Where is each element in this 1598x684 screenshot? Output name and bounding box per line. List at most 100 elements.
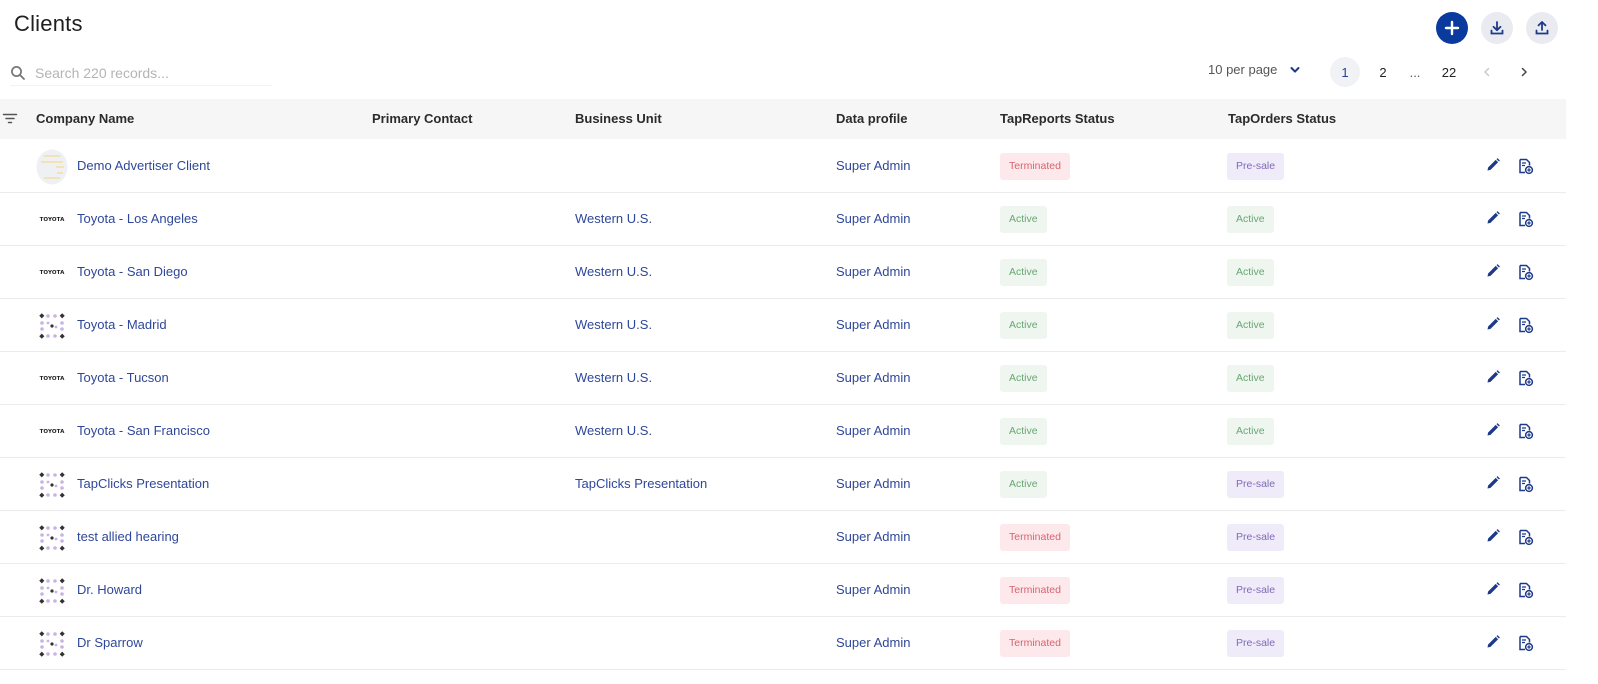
company-name-link[interactable]: Toyota - Madrid bbox=[77, 299, 167, 351]
company-name-link[interactable]: Dr. Howard bbox=[77, 564, 142, 616]
table-row[interactable]: TOYOTA Toyota - Los Angeles Western U.S. Su… bbox=[0, 193, 1566, 246]
tapreports-status-badge: Terminated bbox=[1000, 630, 1070, 657]
company-name-link[interactable]: Toyota - San Francisco bbox=[77, 405, 210, 457]
per-page-select[interactable]: 10 per page bbox=[1208, 62, 1301, 77]
taporders-status-badge: Active bbox=[1227, 418, 1274, 445]
client-details-icon[interactable] bbox=[1516, 263, 1534, 281]
toyota-logo-text: TOYOTA bbox=[39, 376, 65, 382]
edit-icon[interactable] bbox=[1485, 528, 1503, 546]
client-details-icon[interactable] bbox=[1516, 634, 1534, 652]
edit-icon[interactable] bbox=[1485, 634, 1503, 652]
filter-icon[interactable] bbox=[2, 111, 18, 127]
tapreports-status-badge: Active bbox=[1000, 418, 1047, 445]
client-details-icon[interactable] bbox=[1516, 316, 1534, 334]
client-details-icon[interactable] bbox=[1516, 528, 1534, 546]
edit-icon[interactable] bbox=[1485, 210, 1503, 228]
page-ellipsis: ... bbox=[1409, 64, 1421, 80]
taporders-status-badge: Pre-sale bbox=[1227, 153, 1285, 180]
tapclicks-logo bbox=[36, 470, 68, 500]
upload-button[interactable] bbox=[1526, 12, 1558, 44]
per-page-label: 10 per page bbox=[1208, 62, 1278, 77]
data-profile: Super Admin bbox=[836, 370, 911, 385]
client-details-icon[interactable] bbox=[1516, 210, 1534, 228]
data-profile: Super Admin bbox=[836, 476, 911, 491]
table-row[interactable]: Demo Advertiser Client Super Admin Termina… bbox=[0, 140, 1566, 193]
company-name-link[interactable]: Toyota - Los Angeles bbox=[77, 193, 198, 245]
tapreports-status-badge: Terminated bbox=[1000, 524, 1070, 551]
add-client-button[interactable] bbox=[1436, 12, 1468, 44]
toyota-logo: TOYOTA bbox=[36, 205, 68, 235]
table-row[interactable]: TOYOTA Toyota - San Diego Western U.S. Supe… bbox=[0, 246, 1566, 299]
toyota-logo-text: TOYOTA bbox=[39, 217, 65, 223]
chevron-down-icon bbox=[1290, 66, 1300, 73]
tapclicks-logo bbox=[36, 311, 68, 341]
toyota-logo-text: TOYOTA bbox=[39, 270, 65, 276]
table-row[interactable]: TOYOTA Toyota - Tucson Western U.S. Super A… bbox=[0, 352, 1566, 405]
top-actions bbox=[1436, 12, 1558, 44]
table-row[interactable]: Dr Sparrow Super Admin Terminated Pre-sale bbox=[0, 617, 1566, 670]
edit-icon[interactable] bbox=[1485, 369, 1503, 387]
download-button[interactable] bbox=[1481, 12, 1513, 44]
data-profile: Super Admin bbox=[836, 264, 911, 279]
company-name-link[interactable]: Toyota - San Diego bbox=[77, 246, 188, 298]
taporders-status-badge: Pre-sale bbox=[1227, 471, 1285, 498]
table-row[interactable]: Dr. Howard Super Admin Terminated Pre-sale bbox=[0, 564, 1566, 617]
data-profile: Super Admin bbox=[836, 529, 911, 544]
taporders-status-badge: Pre-sale bbox=[1227, 577, 1285, 604]
page-1-button[interactable]: 1 bbox=[1330, 57, 1360, 87]
table-header: Company Name Primary Contact Business Un… bbox=[0, 99, 1566, 139]
company-name-link[interactable]: Toyota - Tucson bbox=[77, 352, 169, 404]
business-unit: Western U.S. bbox=[575, 317, 653, 332]
taporders-status-badge: Active bbox=[1227, 312, 1274, 339]
chevron-left-icon bbox=[1484, 67, 1490, 77]
table-row[interactable]: Toyota - Madrid Western U.S. Super Admin Ac… bbox=[0, 299, 1566, 352]
tapreports-status-badge: Terminated bbox=[1000, 577, 1070, 604]
table-row[interactable]: TapClicks Presentation TapClicks Presenta… bbox=[0, 458, 1566, 511]
client-details-icon[interactable] bbox=[1516, 475, 1534, 493]
column-header-company-name[interactable]: Company Name bbox=[36, 99, 134, 139]
client-details-icon[interactable] bbox=[1516, 581, 1534, 599]
company-name-link[interactable]: test allied hearing bbox=[77, 511, 179, 563]
column-header-taporders-status[interactable]: TapOrders Status bbox=[1228, 99, 1336, 139]
prev-page-button[interactable] bbox=[1472, 57, 1502, 87]
page-2-button[interactable]: 2 bbox=[1368, 57, 1398, 87]
column-header-business-unit[interactable]: Business Unit bbox=[575, 99, 662, 139]
download-icon bbox=[1490, 21, 1504, 35]
taporders-status-badge: Active bbox=[1227, 259, 1274, 286]
business-unit: Western U.S. bbox=[575, 370, 653, 385]
page-title: Clients bbox=[14, 11, 83, 36]
page-22-button[interactable]: 22 bbox=[1434, 57, 1464, 87]
search-input[interactable] bbox=[35, 64, 255, 81]
taporders-status-badge: Pre-sale bbox=[1227, 630, 1285, 657]
pagination: 1 2 ... 22 bbox=[1330, 57, 1539, 87]
edit-icon[interactable] bbox=[1485, 316, 1503, 334]
edit-icon[interactable] bbox=[1485, 581, 1503, 599]
tapreports-status-badge: Active bbox=[1000, 365, 1047, 392]
business-unit: Western U.S. bbox=[575, 423, 653, 438]
client-details-icon[interactable] bbox=[1516, 157, 1534, 175]
plus-icon bbox=[1444, 20, 1460, 36]
data-profile: Super Admin bbox=[836, 317, 911, 332]
next-page-button[interactable] bbox=[1509, 57, 1539, 87]
edit-icon[interactable] bbox=[1485, 475, 1503, 493]
column-header-tapreports-status[interactable]: TapReports Status bbox=[1000, 99, 1115, 139]
client-details-icon[interactable] bbox=[1516, 422, 1534, 440]
tapreports-status-badge: Active bbox=[1000, 312, 1047, 339]
company-name-link[interactable]: Dr Sparrow bbox=[77, 617, 143, 669]
toyota-logo: TOYOTA bbox=[36, 364, 68, 394]
column-header-primary-contact[interactable]: Primary Contact bbox=[372, 99, 472, 139]
taporders-status-badge: Active bbox=[1227, 206, 1274, 233]
table-row[interactable]: test allied hearing Super Admin Terminated… bbox=[0, 511, 1566, 564]
tapclicks-logo bbox=[36, 576, 68, 606]
edit-icon[interactable] bbox=[1485, 157, 1503, 175]
company-name-link[interactable]: Demo Advertiser Client bbox=[77, 140, 210, 192]
data-profile: Super Admin bbox=[836, 211, 911, 226]
client-details-icon[interactable] bbox=[1516, 369, 1534, 387]
column-header-data-profile[interactable]: Data profile bbox=[836, 99, 908, 139]
edit-icon[interactable] bbox=[1485, 422, 1503, 440]
company-name-link[interactable]: TapClicks Presentation bbox=[77, 458, 209, 510]
taporders-status-badge: Active bbox=[1227, 365, 1274, 392]
business-unit: Western U.S. bbox=[575, 211, 653, 226]
edit-icon[interactable] bbox=[1485, 263, 1503, 281]
table-row[interactable]: TOYOTA Toyota - San Francisco Western U.S.… bbox=[0, 405, 1566, 458]
